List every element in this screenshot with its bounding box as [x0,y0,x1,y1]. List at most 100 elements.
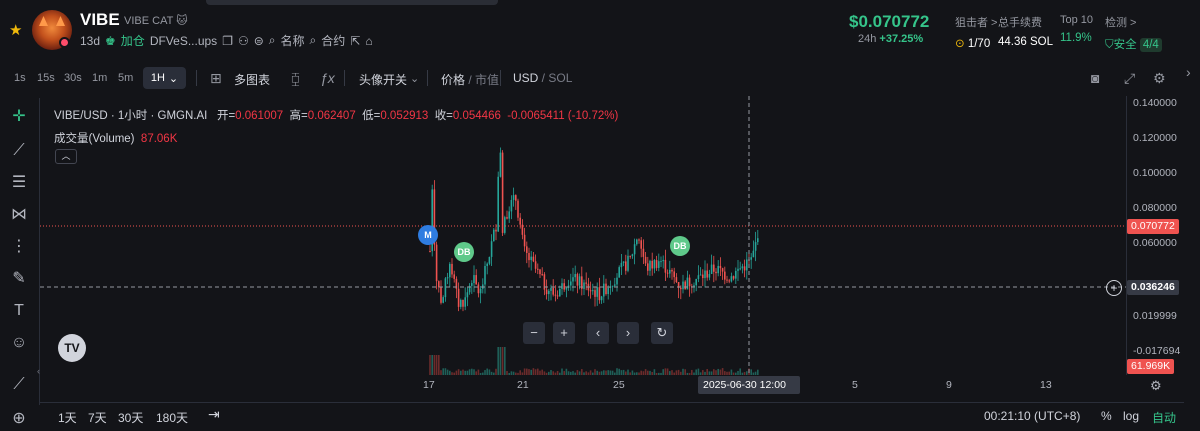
candle-body [600,296,603,301]
right-panel-arrow-icon[interactable]: › [1186,64,1191,80]
candle-body [563,283,565,290]
indicator-fx-icon[interactable]: ƒx [320,70,335,86]
marker-m[interactable]: M [418,225,438,245]
range-1d[interactable]: 1天 [58,409,77,426]
marker-db[interactable]: DB [670,236,690,256]
volume-bar [567,371,570,375]
volume-bar [545,372,548,375]
stat-check[interactable]: 检测 > ⛉安全 4/4 [1105,14,1162,52]
volume-bar [468,369,471,375]
candle-body [739,268,741,270]
volume-bar [713,369,715,375]
join-button[interactable]: 加仓 [121,32,145,49]
tf-30s[interactable]: 30s [64,72,82,84]
marker-db[interactable]: DB [454,242,474,262]
range-30d[interactable]: 30天 [118,409,143,426]
range-7d[interactable]: 7天 [88,409,107,426]
candle-body [603,283,605,297]
tf-15s[interactable]: 15s [37,72,55,84]
token-age: 13d [80,33,101,48]
tf-1m[interactable]: 1m [92,72,107,84]
emoji-icon[interactable]: ☺ [8,332,30,354]
volume-bar [460,370,462,375]
volume-bar [578,371,581,375]
favorite-star-icon[interactable]: ★ [9,21,22,39]
candle-body [638,239,640,241]
candle-body [642,248,645,257]
copy-icon[interactable]: ❐ [222,34,233,48]
price-change-24h: 24h +37.25% [858,33,924,45]
tf-selected-dropdown[interactable]: 1H ⌄ [143,67,186,89]
volume-bar [653,369,656,375]
add-alert-plus-icon[interactable]: + [1106,280,1122,296]
zoom-in-icon[interactable]: ⊕ [8,408,30,430]
auto-scale-toggle[interactable]: 自动 [1152,409,1176,426]
axis-settings-gear-icon[interactable]: ⚙ [1150,378,1162,394]
reset-chart-button[interactable]: ↻ [651,322,673,344]
token-address[interactable]: DFVeS...ups [150,34,217,48]
name-search-button[interactable]: 名称 [281,32,305,49]
candle-body [614,284,616,286]
candle-body [743,266,746,271]
candle-body [556,295,559,297]
stat-snipers[interactable]: 狙击者 > ⊙ 1/70 [955,14,997,50]
tf-5m[interactable]: 5m [118,72,133,84]
multi-chart-button[interactable]: 多图表 [234,71,270,88]
tf-1s[interactable]: 1s [14,72,26,84]
clock-timezone[interactable]: 00:21:10 (UTC+8) [984,409,1080,423]
ruler-icon[interactable]: ⟋ [8,374,30,396]
candle-body [695,278,697,286]
currency-toggle[interactable]: USD / SOL [513,71,572,85]
range-180d[interactable]: 180天 [156,409,188,426]
avatar-toggle-button[interactable]: 头像开关 [359,71,407,88]
volume-legend: 成交量(Volume) 87.06K [54,133,178,145]
volume-bar [435,355,438,375]
volume-bar [664,368,667,375]
zoom-in-button[interactable]: + [553,322,575,344]
price-mcap-toggle[interactable]: 价格 / 市值 [441,71,499,88]
candle-body [653,260,656,269]
pattern-icon[interactable]: ⋈ [8,204,30,226]
fullscreen-icon[interactable]: ⤢ [1124,70,1135,87]
collapse-legend-button[interactable]: ︿ [55,149,77,164]
candle-body [728,280,730,282]
zoom-out-button[interactable]: − [523,322,545,344]
candle-body [669,269,671,274]
share-icon[interactable]: ⇱ [350,34,360,48]
candle-body [686,277,689,290]
volume-bar [609,370,612,375]
text-icon[interactable]: T [8,300,30,322]
settings-gear-icon[interactable]: ⚙ [1153,70,1166,87]
volume-bar [530,369,532,375]
stat-top10: Top 10 11.9% [1060,14,1094,44]
people-icon[interactable]: ⚇ [238,34,249,48]
scroll-right-button[interactable]: › [617,322,639,344]
divider [196,70,197,86]
volume-bar [673,372,675,375]
volume-bar [647,370,649,375]
list-circle-icon[interactable]: ⊜ [254,34,264,48]
shop-icon[interactable]: ⌂ [365,34,372,48]
fib-icon[interactable]: ⋮ [8,236,30,258]
log-scale-toggle[interactable]: log [1123,409,1139,423]
add-square-icon[interactable]: ⊞ [210,70,222,87]
percent-scale-toggle[interactable]: % [1101,409,1112,423]
volume-bar [482,372,484,375]
camera-icon[interactable]: ◙ [1091,70,1099,86]
calendar-range-icon[interactable]: ⇥ [208,406,220,423]
candle-body [715,271,717,274]
crosshair-icon[interactable]: ✛ [8,106,30,128]
brush-icon[interactable]: ✎ [8,268,30,290]
candle-body [592,290,594,292]
horizontal-lines-icon[interactable]: ☰ [8,172,30,194]
scroll-left-button[interactable]: ‹ [587,322,609,344]
volume-bar [605,370,607,375]
shield-icon: ⛉ [1105,39,1114,51]
candle-body [611,285,614,287]
volume-bar [471,368,473,375]
contract-search-button[interactable]: 合约 [321,32,345,49]
trendline-icon[interactable]: ⟋ [8,140,30,162]
chevron-down-icon[interactable]: ⌄ [410,72,419,85]
candle-body [486,263,488,267]
candles-icon[interactable]: ⧮ [291,70,300,87]
